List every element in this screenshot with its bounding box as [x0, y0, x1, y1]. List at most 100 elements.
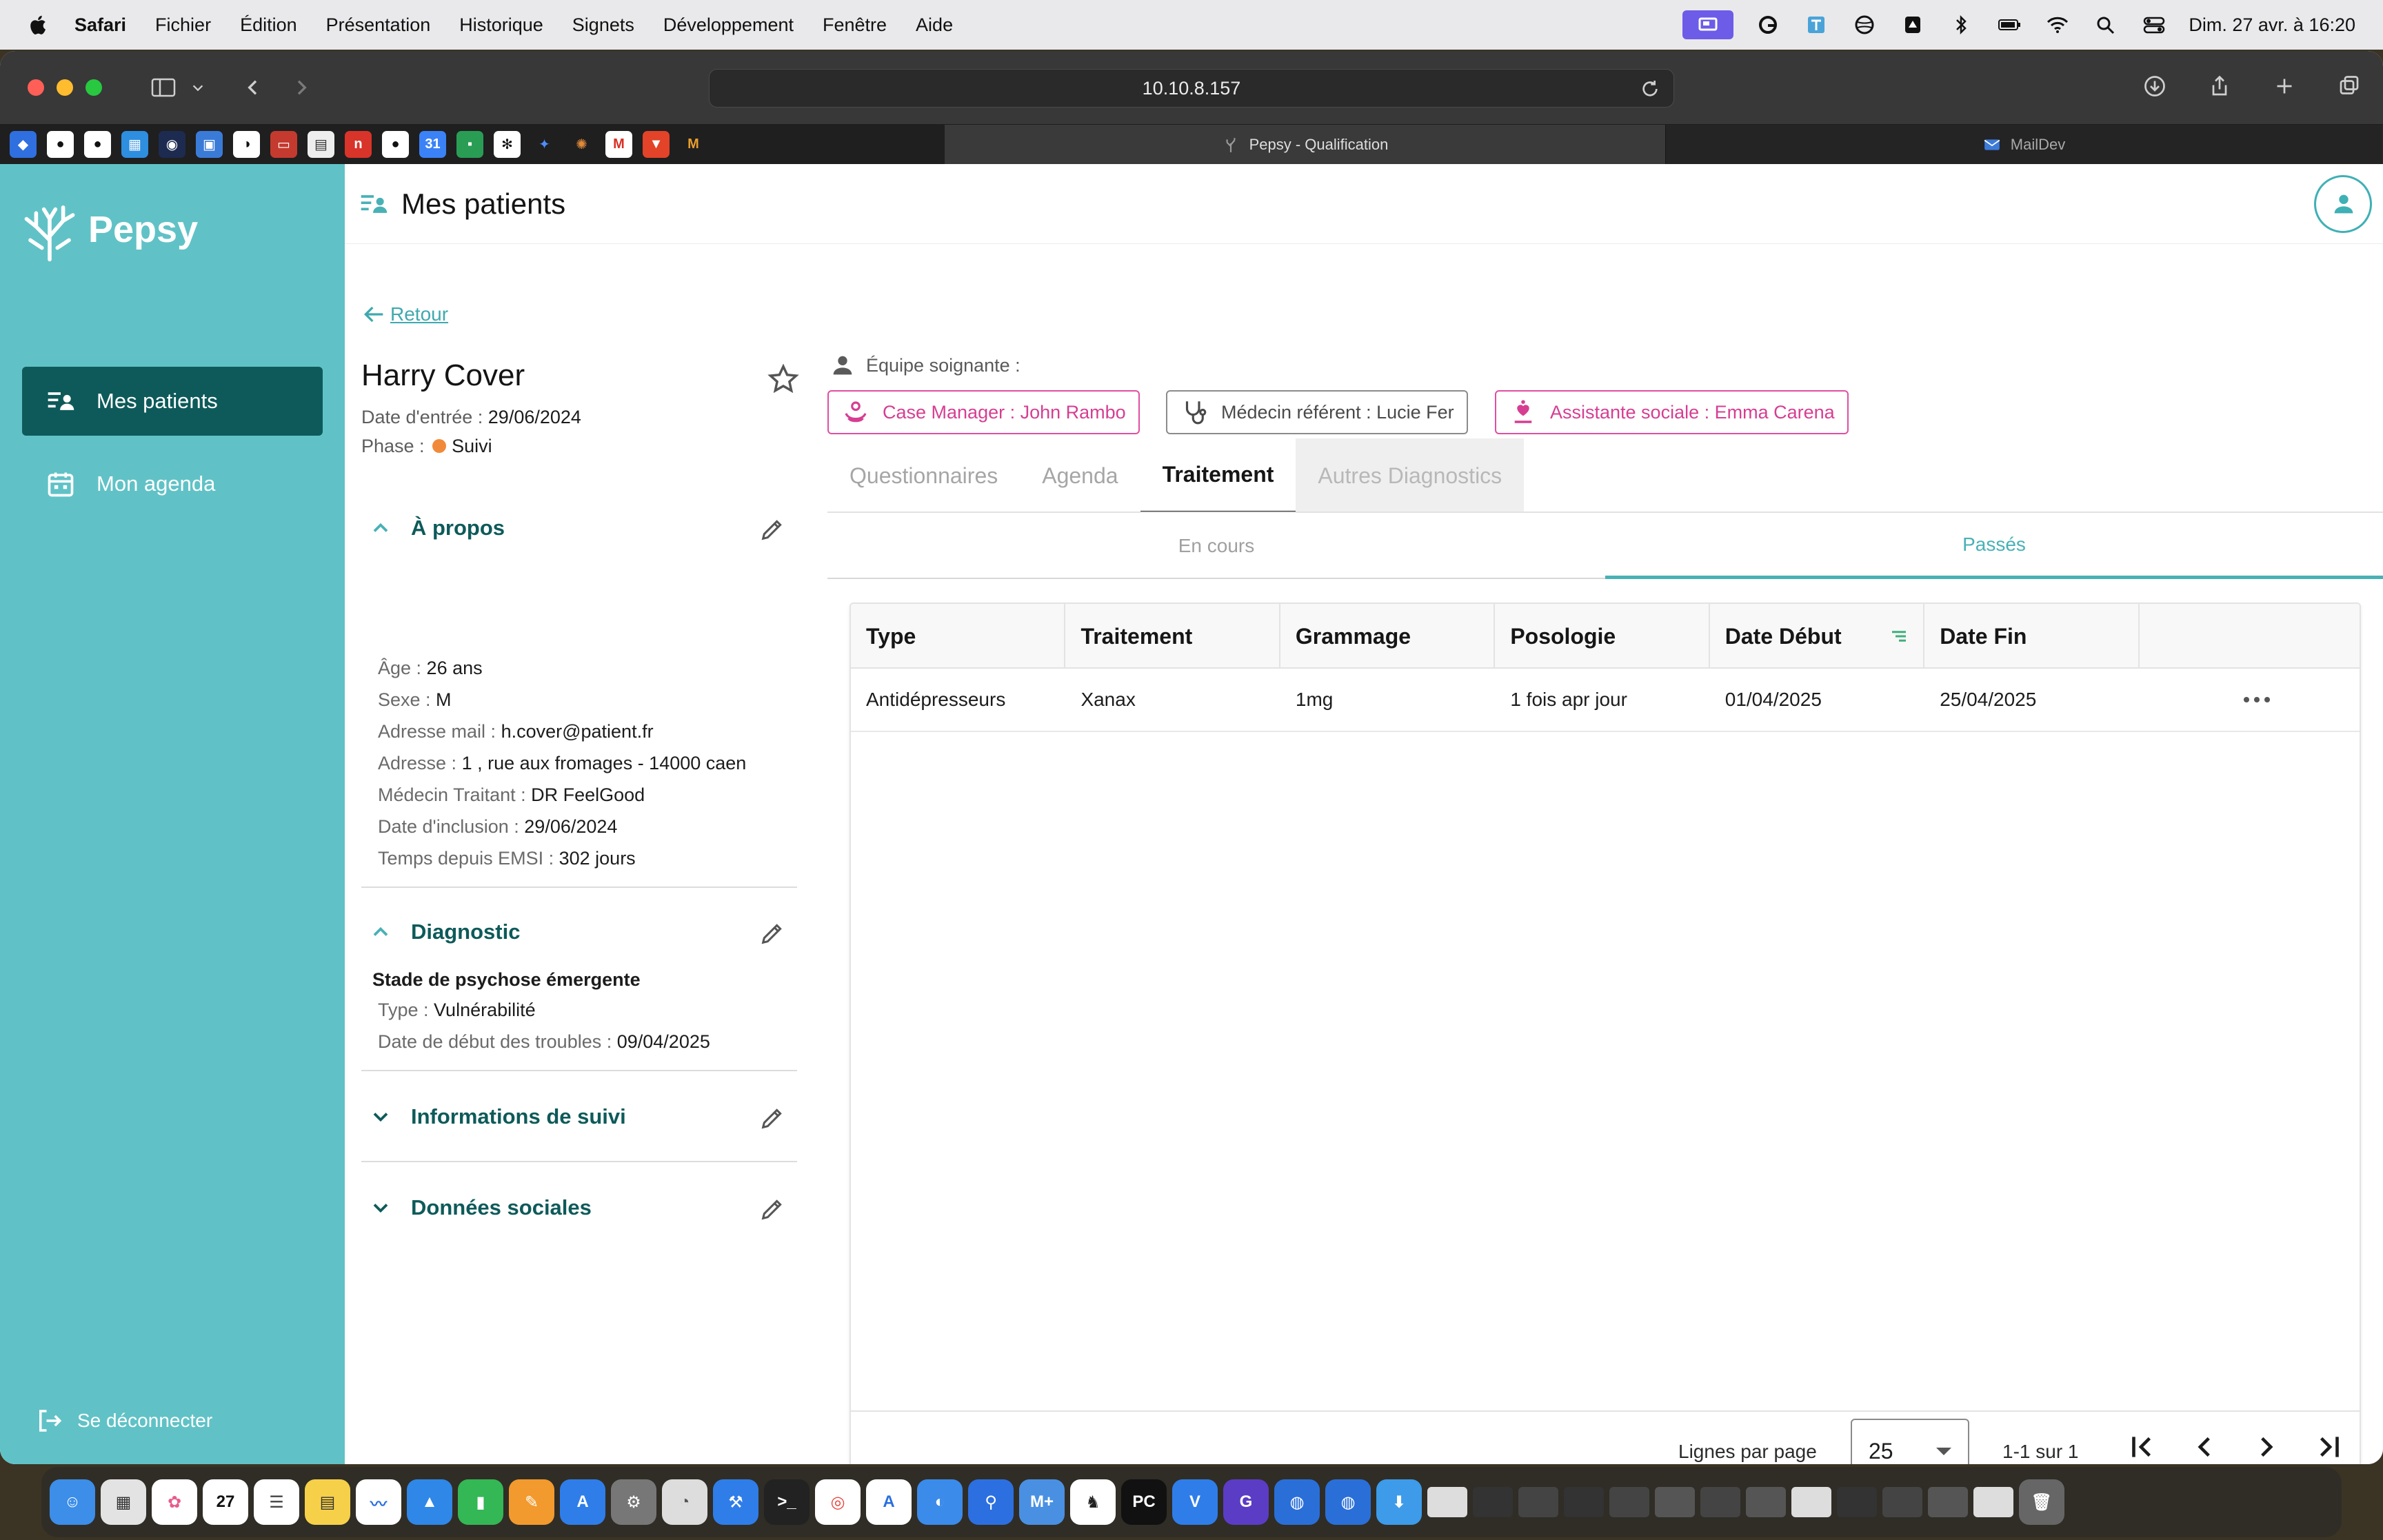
terminal-icon[interactable]: >_ — [764, 1479, 810, 1525]
edit-pencil-icon[interactable] — [758, 516, 786, 543]
tab-maildev[interactable]: MailDev — [1665, 124, 2382, 165]
text-tool-icon[interactable] — [1802, 13, 1830, 37]
back-link[interactable]: Retour — [360, 301, 448, 328]
tab-agenda[interactable]: Agenda — [1020, 438, 1140, 513]
rows-per-page-select[interactable]: 25 — [1851, 1419, 1969, 1464]
new-tab-icon[interactable] — [2267, 69, 2302, 103]
menu-file[interactable]: Fichier — [155, 14, 211, 36]
reload-icon[interactable] — [1639, 78, 1661, 100]
vscode-icon[interactable]: V — [1172, 1479, 1218, 1525]
tab-autres-diagnostics[interactable]: Autres Diagnostics — [1296, 438, 1525, 513]
sequel-icon[interactable]: ♞ — [1070, 1479, 1116, 1525]
column-header-date-debut[interactable]: Date Début — [1710, 604, 1925, 669]
google-chat-icon[interactable]: ▪ — [456, 131, 483, 158]
trash-icon[interactable]: 🗑 — [2019, 1479, 2064, 1525]
numbers-icon[interactable]: ▮ — [458, 1479, 503, 1525]
google-calendar-icon[interactable]: 31 — [419, 131, 446, 158]
launchpad-icon[interactable]: ▦ — [101, 1479, 146, 1525]
bitwarden-icon[interactable]: ▣ — [196, 131, 223, 158]
mplus-icon[interactable]: M+ — [1019, 1479, 1065, 1525]
window-thumbnail[interactable] — [1427, 1487, 1467, 1517]
edit-pencil-icon[interactable] — [758, 1195, 786, 1223]
bluetooth-icon[interactable] — [1947, 13, 1975, 37]
sidebar-toggle-icon[interactable] — [146, 70, 181, 105]
window-thumbnail[interactable] — [1882, 1487, 1922, 1517]
about-section-header[interactable]: À propos — [361, 507, 797, 549]
social-assistant-chip[interactable]: Assistante sociale : Emma Carena — [1495, 390, 1849, 434]
calendar-icon[interactable]: 27 — [203, 1479, 248, 1525]
notes-icon[interactable]: ▤ — [305, 1479, 350, 1525]
pages-icon[interactable]: ✎ — [509, 1479, 554, 1525]
upload-box-icon[interactable] — [1899, 13, 1927, 37]
menu-edit[interactable]: Édition — [240, 14, 297, 36]
window-thumbnail[interactable] — [1564, 1487, 1604, 1517]
apple-dev-icon[interactable]: ● — [382, 131, 409, 158]
globe-vpn-icon[interactable] — [1851, 13, 1878, 37]
menu-bookmarks[interactable]: Signets — [572, 14, 634, 36]
graphql-icon[interactable]: G — [1223, 1479, 1269, 1525]
menu-help[interactable]: Aide — [916, 14, 953, 36]
more-horizontal-icon[interactable] — [2243, 696, 2271, 703]
downloads-folder-icon[interactable]: ⬇ — [1376, 1479, 1422, 1525]
openai-icon[interactable]: ✻ — [494, 131, 521, 158]
globe-app-icon[interactable]: ◍ — [1325, 1479, 1371, 1525]
menu-window[interactable]: Fenêtre — [823, 14, 887, 36]
table-row[interactable]: Antidépresseurs Xanax 1mg 1 fois apr jou… — [851, 669, 2360, 732]
grammarly-icon[interactable] — [1754, 13, 1782, 37]
calendar-red-icon[interactable]: ▭ — [270, 131, 297, 158]
doc-icon[interactable]: ▤ — [308, 131, 334, 158]
followup-section-header[interactable]: Informations de suivi — [361, 1096, 797, 1137]
sort-icon[interactable] — [1889, 626, 1909, 647]
downloads-icon[interactable] — [2138, 69, 2172, 103]
window-thumbnail[interactable] — [1791, 1487, 1831, 1517]
window-thumbnail[interactable] — [1746, 1487, 1786, 1517]
column-header-date-fin[interactable]: Date Fin — [1924, 604, 2140, 669]
tab-questionnaires[interactable]: Questionnaires — [827, 438, 1020, 513]
window-thumbnail[interactable] — [1700, 1487, 1740, 1517]
chrome-icon[interactable]: ◎ — [815, 1479, 861, 1525]
app-store-icon[interactable]: A — [560, 1479, 605, 1525]
edit-pencil-icon[interactable] — [758, 920, 786, 947]
maps-pin-icon[interactable]: ⚲ — [968, 1479, 1014, 1525]
keynote-icon[interactable]: ▲ — [407, 1479, 452, 1525]
notion-icon[interactable]: ◑ — [233, 131, 260, 158]
social-section-header[interactable]: Données sociales — [361, 1187, 797, 1228]
window-thumbnail[interactable] — [1518, 1487, 1558, 1517]
control-center-icon[interactable] — [2140, 13, 2168, 37]
sidebar-item-patients[interactable]: Mes patients — [22, 367, 323, 436]
back-nav-icon[interactable] — [236, 70, 270, 105]
menu-view[interactable]: Présentation — [326, 14, 431, 36]
menu-develop[interactable]: Développement — [663, 14, 794, 36]
window-thumbnail[interactable] — [1609, 1487, 1649, 1517]
logout-button[interactable]: Se déconnecter — [34, 1406, 212, 1435]
previous-page-icon[interactable] — [2187, 1430, 2222, 1464]
todoist-icon[interactable]: n — [345, 131, 372, 158]
apple-icon[interactable] — [28, 12, 51, 38]
edit-pencil-icon[interactable] — [758, 1104, 786, 1132]
gemini-icon[interactable]: ✦ — [531, 131, 558, 158]
battery-icon[interactable] — [1995, 13, 2023, 37]
menubar-clock[interactable]: Dim. 27 avr. à 16:20 — [2189, 14, 2355, 36]
freeform-icon[interactable]: 〰 — [356, 1479, 401, 1525]
claude-icon[interactable]: ✺ — [568, 131, 595, 158]
m-app-icon[interactable]: M — [680, 131, 707, 158]
address-bar[interactable]: 10.10.8.157 — [709, 69, 1674, 108]
window-thumbnail[interactable] — [1655, 1487, 1695, 1517]
safari-icon[interactable]: ◐ — [917, 1479, 963, 1525]
share-icon[interactable] — [2202, 69, 2237, 103]
tab-overview-icon[interactable] — [2332, 69, 2366, 103]
jira-icon[interactable]: ◆ — [10, 131, 37, 158]
pycharm-icon[interactable]: PC — [1121, 1479, 1167, 1525]
photos-icon[interactable]: ✿ — [152, 1479, 197, 1525]
spotlight-search-icon[interactable] — [2092, 13, 2120, 37]
chevron-down-icon[interactable] — [181, 70, 215, 105]
subtab-en-cours[interactable]: En cours — [827, 513, 1605, 579]
last-page-icon[interactable] — [2311, 1430, 2346, 1464]
zoom-window-button[interactable] — [86, 79, 102, 96]
column-header-traitement[interactable]: Traitement — [1065, 604, 1280, 669]
gmail-icon[interactable]: M — [605, 131, 632, 158]
avatar-app-icon[interactable]: ◉ — [159, 131, 185, 158]
gitlab-icon[interactable]: ▼ — [643, 131, 670, 158]
finder-icon[interactable]: ☺ — [50, 1479, 95, 1525]
xcode-icon[interactable]: ⚒ — [713, 1479, 758, 1525]
